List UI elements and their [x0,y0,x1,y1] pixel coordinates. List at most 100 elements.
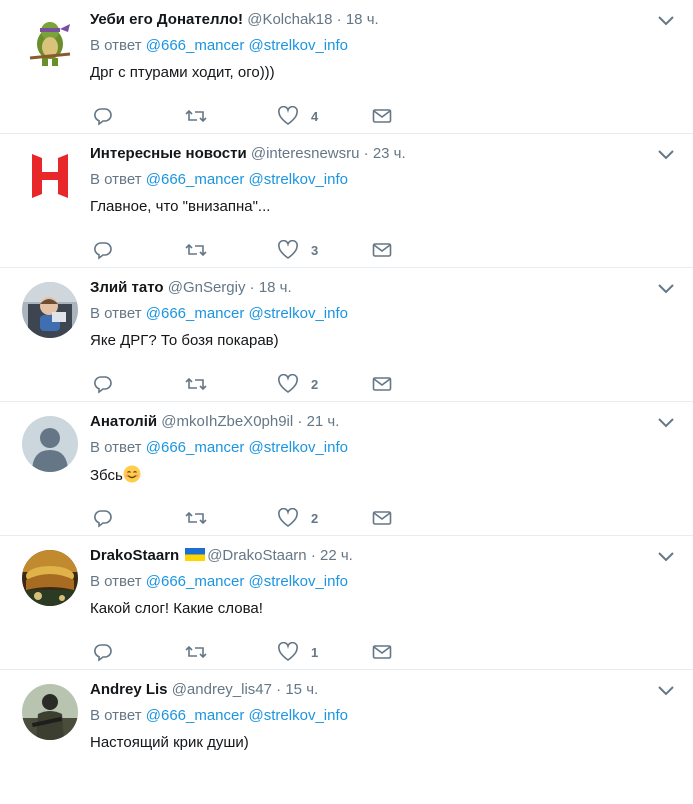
tweet-feed: Уеби его Донателло! @Kolchak18 · 18 ч. В… [0,0,693,804]
tweet-header: DrakoStaarn @DrakoStaarn · 22 ч. [90,546,673,566]
tweet-time[interactable]: 22 ч. [320,547,353,564]
tweet-content: Уеби его Донателло! @Kolchak18 · 18 ч. В… [90,10,673,126]
tweet-header: Andrey Lis @andrey_lis47 · 15 ч. [90,680,673,700]
reply-prefix: В ответ [90,707,142,724]
tweet-actions: 2 [90,508,410,528]
reply-mentions[interactable]: @666_mancer @strelkov_info [146,171,348,188]
reply-button[interactable] [93,240,113,260]
user-fullname[interactable]: Злий тато [90,279,164,296]
like-button[interactable]: 3 [277,240,318,260]
envelope-icon [372,511,392,525]
tweet[interactable]: Анатолій @mkoIhZbeX0ph9il · 21 ч. В отве… [0,402,693,536]
retweet-button[interactable] [185,508,207,528]
tweet-time[interactable]: 18 ч. [259,279,292,296]
reply-mentions[interactable]: @666_mancer @strelkov_info [146,707,348,724]
like-button[interactable]: 1 [277,642,318,662]
smiling-face-emoji-icon [123,465,141,483]
reply-mentions[interactable]: @666_mancer @strelkov_info [146,573,348,590]
chevron-down-icon[interactable] [657,550,675,562]
reply-context: В ответ @666_mancer @strelkov_info [90,170,673,190]
chevron-down-icon[interactable] [657,416,675,428]
reply-icon [94,242,112,260]
separator-dot: · [363,145,369,162]
avatar[interactable] [22,282,78,338]
reply-context: В ответ @666_mancer @strelkov_info [90,36,673,56]
user-fullname[interactable]: Анатолій [90,413,157,430]
retweet-icon [185,645,207,659]
tweet[interactable]: Злий тато @GnSergiy · 18 ч. В ответ @666… [0,268,693,402]
tweet-actions: 3 [90,240,410,260]
avatar[interactable] [22,416,78,472]
retweet-icon [185,109,207,123]
avatar[interactable] [22,148,78,204]
chevron-down-icon[interactable] [657,684,675,696]
user-fullname[interactable]: Andrey Lis [90,681,168,698]
like-count: 4 [311,108,319,124]
user-handle[interactable]: @DrakoStaarn [207,547,306,564]
chevron-down-icon[interactable] [657,14,675,26]
user-handle[interactable]: @interesnewsru [251,145,360,162]
retweet-icon [185,243,207,257]
like-button[interactable]: 2 [277,374,318,394]
reply-prefix: В ответ [90,305,142,322]
reply-button[interactable] [93,642,113,662]
envelope-icon [372,243,392,257]
tweet[interactable]: DrakoStaarn @DrakoStaarn · 22 ч. В ответ … [0,536,693,670]
tweet-text: Какой слог! Какие слова! [90,600,263,617]
heart-icon [278,240,298,259]
user-handle[interactable]: @mkoIhZbeX0ph9il [161,413,293,430]
direct-message-button[interactable] [372,508,392,528]
reply-button[interactable] [93,508,113,528]
direct-message-button[interactable] [372,240,392,260]
reply-prefix: В ответ [90,439,142,456]
tweet-time[interactable]: 21 ч. [307,413,340,430]
tweet-time[interactable]: 18 ч. [346,11,379,28]
reply-context: В ответ @666_mancer @strelkov_info [90,304,673,324]
reply-mentions[interactable]: @666_mancer @strelkov_info [146,305,348,322]
reply-prefix: В ответ [90,171,142,188]
user-handle[interactable]: @GnSergiy [168,279,246,296]
retweet-button[interactable] [185,240,207,260]
chevron-down-icon[interactable] [657,282,675,294]
reply-mentions[interactable]: @666_mancer @strelkov_info [146,439,348,456]
tweet-text: Збсь [90,465,673,486]
tweet-header: Интересные новости @interesnewsru · 23 ч… [90,144,673,164]
envelope-icon [372,377,392,391]
tweet-actions: 1 [90,642,410,662]
avatar[interactable] [22,550,78,606]
reply-prefix: В ответ [90,573,142,590]
user-fullname[interactable]: DrakoStaarn [90,547,179,564]
avatar[interactable] [22,684,78,740]
avatar[interactable] [22,14,78,70]
reply-icon [94,108,112,126]
direct-message-button[interactable] [372,642,392,662]
tweet-content: DrakoStaarn @DrakoStaarn · 22 ч. В ответ … [90,546,673,662]
heart-icon [278,642,298,661]
direct-message-button[interactable] [372,106,392,126]
envelope-icon [372,109,392,123]
tweet-time[interactable]: 15 ч. [285,681,318,698]
tweet[interactable]: Уеби его Донателло! @Kolchak18 · 18 ч. В… [0,0,693,134]
chevron-down-icon[interactable] [657,148,675,160]
user-fullname[interactable]: Уеби его Донателло! [90,11,243,28]
like-button[interactable]: 2 [277,508,318,528]
user-fullname[interactable]: Интересные новости [90,145,247,162]
user-handle[interactable]: @Kolchak18 [247,11,332,28]
retweet-button[interactable] [185,106,207,126]
direct-message-button[interactable] [372,374,392,394]
retweet-button[interactable] [185,642,207,662]
like-button[interactable]: 4 [277,106,318,126]
reply-button[interactable] [93,106,113,126]
like-count: 2 [311,510,319,526]
separator-dot: · [310,547,316,564]
tweet[interactable]: Интересные новости @interesnewsru · 23 ч… [0,134,693,268]
tweet-header: Анатолій @mkoIhZbeX0ph9il · 21 ч. [90,412,673,432]
tweet[interactable]: Andrey Lis @andrey_lis47 · 15 ч. В ответ… [0,670,693,804]
reply-button[interactable] [93,374,113,394]
separator-dot: · [297,413,303,430]
tweet-time[interactable]: 23 ч. [373,145,406,162]
like-count: 2 [311,376,319,392]
reply-mentions[interactable]: @666_mancer @strelkov_info [146,37,348,54]
user-handle[interactable]: @andrey_lis47 [172,681,272,698]
retweet-button[interactable] [185,374,207,394]
